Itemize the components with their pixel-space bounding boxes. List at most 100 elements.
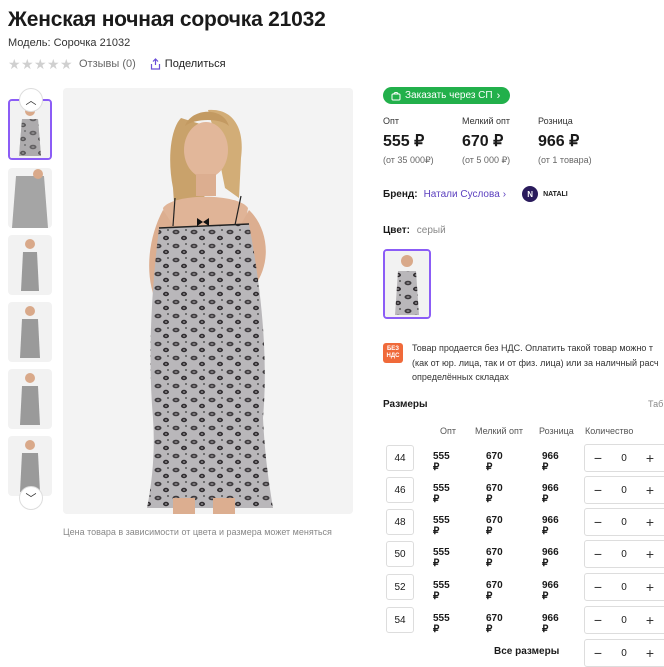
decrease-button[interactable]: − (585, 579, 611, 595)
share-label: Поделиться (164, 58, 226, 70)
increase-button[interactable]: + (637, 579, 663, 595)
increase-button[interactable]: + (637, 546, 663, 562)
brand-row: Бренд: Натали Суслова › N NATALI (383, 186, 568, 202)
increase-button[interactable]: + (637, 482, 663, 498)
color-label: Цвет: (383, 225, 410, 236)
decrease-button[interactable]: − (585, 482, 611, 498)
quantity-stepper: − 0 + (584, 476, 664, 504)
price-small-opt-cell: 670 ₽ (486, 547, 503, 569)
thumbnail-4[interactable] (8, 302, 52, 362)
price-retail-cell: 966 ₽ (542, 483, 559, 505)
thumbnail-3[interactable] (8, 235, 52, 295)
increase-button[interactable]: + (637, 645, 663, 661)
reviews-link[interactable]: Отзывы (0) (79, 58, 136, 70)
decrease-button[interactable]: − (585, 645, 611, 661)
star-icon[interactable]: ★ (47, 57, 60, 71)
price-small-opt-cell: 670 ₽ (486, 580, 503, 602)
price-opt-cell: 555 ₽ (433, 547, 450, 569)
product-main-image[interactable] (63, 88, 353, 514)
star-icon[interactable]: ★ (34, 57, 47, 71)
quantity-input[interactable]: 0 (611, 517, 637, 528)
quantity-input[interactable]: 0 (611, 453, 637, 464)
vat-note-line: определённых складах (412, 372, 509, 382)
quantity-stepper: − 0 + (584, 508, 664, 536)
share-button[interactable]: Поделиться (150, 58, 226, 70)
vat-note-line: Товар продается без НДС. Оплатить такой … (412, 343, 654, 353)
price-opt-cell: 555 ₽ (433, 613, 450, 635)
rating-row: ★ ★ ★ ★ ★ Отзывы (0) Поделиться (8, 57, 226, 71)
increase-button[interactable]: + (637, 514, 663, 530)
no-vat-badge-text: БЕЗ НДС (386, 346, 400, 359)
product-title: Женская ночная сорочка 21032 (8, 8, 326, 31)
quantity-stepper: − 0 + (584, 606, 664, 634)
all-sizes-quantity-input[interactable]: 0 (611, 648, 637, 659)
price-opt: Опт 555 ₽ (от 35 000₽) (383, 116, 434, 166)
price-note: (от 1 товара) (538, 155, 592, 165)
price-small-opt-cell: 670 ₽ (486, 483, 503, 505)
size-label: 50 (386, 541, 414, 567)
decrease-button[interactable]: − (585, 546, 611, 562)
brand-label: Бренд: (383, 188, 418, 200)
column-header-opt: Опт (440, 426, 456, 436)
thumbnail-2[interactable] (8, 168, 52, 228)
quantity-stepper: − 0 + (584, 444, 664, 472)
chevron-down-icon: ﹀ (25, 493, 37, 505)
thumbnail-strip: ︿ ﹀ (8, 88, 54, 510)
star-icon[interactable]: ★ (60, 57, 73, 71)
thumbnail-5[interactable] (8, 369, 52, 429)
size-table-link[interactable]: Таб (648, 399, 663, 409)
chevron-right-icon: › (496, 89, 501, 102)
image-caption: Цена товара в зависимости от цвета и раз… (63, 527, 332, 537)
product-model: Модель: Сорочка 21032 (8, 37, 131, 49)
vat-note: Товар продается без НДС. Оплатить такой … (412, 341, 664, 385)
column-header-retail: Розница (539, 426, 574, 436)
price-label: Опт (383, 116, 399, 126)
quantity-stepper: − 0 + (584, 573, 664, 601)
chevron-right-icon: › (502, 188, 507, 200)
star-icon[interactable]: ★ (8, 57, 21, 71)
price-retail-cell: 966 ₽ (542, 547, 559, 569)
all-sizes-stepper: − 0 + (584, 639, 664, 667)
increase-button[interactable]: + (637, 612, 663, 628)
price-retail-cell: 966 ₽ (542, 451, 559, 473)
size-label: 46 (386, 477, 414, 503)
price-value: 966 ₽ (538, 133, 580, 150)
size-label: 48 (386, 509, 414, 535)
price-note: (от 35 000₽) (383, 155, 434, 165)
size-label: 44 (386, 445, 414, 471)
color-swatch-grey[interactable] (383, 249, 431, 319)
price-value: 555 ₽ (383, 133, 425, 150)
cart-icon (391, 91, 401, 100)
quantity-stepper: − 0 + (584, 540, 664, 568)
brand-logo-text: NATALI (543, 190, 568, 198)
star-icon[interactable]: ★ (21, 57, 34, 71)
price-opt-cell: 555 ₽ (433, 451, 450, 473)
order-via-sp-button[interactable]: Заказать через СП › (383, 87, 511, 104)
price-note: (от 5 000 ₽) (462, 155, 511, 165)
size-label: 52 (386, 574, 414, 600)
decrease-button[interactable]: − (585, 450, 611, 466)
column-header-quantity: Количество (585, 426, 634, 436)
quantity-input[interactable]: 0 (611, 582, 637, 593)
order-via-sp-label: Заказать через СП (405, 90, 493, 101)
size-label: 54 (386, 607, 414, 633)
thumbnails-up-button[interactable]: ︿ (19, 88, 43, 112)
price-small-opt: Мелкий опт 670 ₽ (от 5 000 ₽) (462, 116, 510, 166)
price-retail: Розница 966 ₽ (от 1 товара) (538, 116, 592, 165)
quantity-input[interactable]: 0 (611, 549, 637, 560)
price-value: 670 ₽ (462, 133, 504, 150)
decrease-button[interactable]: − (585, 514, 611, 530)
price-small-opt-cell: 670 ₽ (486, 515, 503, 537)
thumbnails-down-button[interactable]: ﹀ (19, 486, 43, 510)
decrease-button[interactable]: − (585, 612, 611, 628)
quantity-input[interactable]: 0 (611, 615, 637, 626)
no-vat-badge-icon: БЕЗ НДС (383, 343, 403, 363)
column-header-small-opt: Мелкий опт (475, 426, 524, 436)
quantity-input[interactable]: 0 (611, 485, 637, 496)
brand-link[interactable]: Натали Суслова (424, 189, 500, 200)
vat-note-line: (как от юр. лица, так и от физ. лица) ил… (412, 357, 659, 368)
increase-button[interactable]: + (637, 450, 663, 466)
price-opt-cell: 555 ₽ (433, 580, 450, 602)
price-label: Мелкий опт (462, 116, 511, 126)
brand-logo-icon[interactable]: N (522, 186, 539, 202)
